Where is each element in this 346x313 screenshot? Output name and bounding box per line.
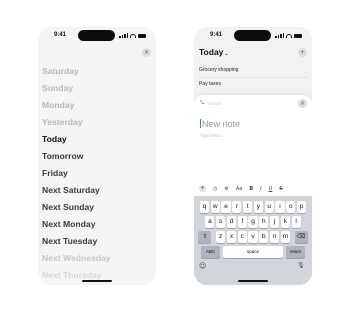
- day-option-next-saturday[interactable]: Next Saturday: [42, 184, 111, 201]
- day-option-monday[interactable]: Monday: [42, 99, 111, 116]
- emoji-icon[interactable]: ☺: [199, 262, 206, 270]
- note-meta: [208, 102, 222, 105]
- key-a[interactable]: a: [205, 216, 215, 228]
- date-selector[interactable]: Today⌄: [199, 47, 229, 57]
- status-icons: [275, 33, 302, 38]
- day-option-sunday[interactable]: Sunday: [42, 82, 111, 99]
- format-toolbar: + ◷ ⚙ Aa B I U S: [194, 183, 312, 194]
- key-m[interactable]: m: [280, 231, 290, 243]
- day-option-next-tuesday[interactable]: Next Tuesday: [42, 235, 111, 252]
- key-t[interactable]: t: [243, 201, 253, 213]
- key-e[interactable]: e: [221, 201, 231, 213]
- key-q[interactable]: q: [199, 201, 210, 213]
- expand-icon[interactable]: ⤡: [200, 100, 204, 106]
- close-button[interactable]: ×: [142, 48, 151, 57]
- key-v[interactable]: v: [248, 231, 258, 243]
- note-title-input[interactable]: New note: [200, 119, 240, 129]
- return-key[interactable]: return: [286, 246, 305, 258]
- home-indicator[interactable]: [238, 280, 268, 282]
- key-w[interactable]: w: [210, 201, 220, 213]
- day-option-friday[interactable]: Friday: [42, 167, 111, 184]
- key-b[interactable]: b: [259, 231, 269, 243]
- key-y[interactable]: y: [253, 201, 263, 213]
- status-time: 9:41: [210, 32, 223, 38]
- font-size-button[interactable]: Aa: [236, 186, 242, 192]
- day-option-next-sunday[interactable]: Next Sunday: [42, 201, 111, 218]
- day-option-tomorrow[interactable]: Tomorrow: [42, 150, 111, 167]
- keyboard-row-4: ABC space return: [194, 246, 312, 258]
- key-d[interactable]: d: [226, 216, 237, 228]
- underline-button[interactable]: U: [269, 186, 273, 192]
- day-option-next-monday[interactable]: Next Monday: [42, 218, 111, 235]
- keyboard: q w e r t y u i o p a s d f g h j k l ⇧ …: [194, 196, 312, 285]
- bold-button[interactable]: B: [249, 186, 253, 192]
- task-item[interactable]: Grocery shopping: [199, 67, 238, 73]
- space-key[interactable]: space: [223, 246, 283, 258]
- day-option-yesterday[interactable]: Yesterday: [42, 116, 111, 133]
- wifi-icon: [286, 34, 292, 38]
- note-body-input[interactable]: Type here...: [200, 133, 224, 138]
- key-o[interactable]: o: [286, 201, 296, 213]
- battery-icon: [138, 34, 146, 38]
- day-list: Saturday Sunday Monday Yesterday Today T…: [42, 65, 111, 285]
- delete-key-icon[interactable]: ⌫: [294, 231, 308, 243]
- key-l[interactable]: l: [291, 216, 301, 228]
- settings-icon[interactable]: ⚙: [224, 186, 228, 192]
- task-item[interactable]: Pay taxes: [199, 81, 221, 87]
- new-note-screen: 9:41 Today⌄ + Grocery shopping Pay taxes…: [194, 27, 312, 285]
- add-button[interactable]: +: [298, 48, 307, 57]
- key-s[interactable]: s: [216, 216, 226, 228]
- battery-icon: [294, 34, 302, 38]
- key-r[interactable]: r: [232, 201, 242, 213]
- clock-icon[interactable]: ◷: [213, 186, 217, 192]
- day-option-saturday[interactable]: Saturday: [42, 65, 111, 82]
- key-f[interactable]: f: [237, 216, 247, 228]
- key-j[interactable]: j: [269, 216, 280, 228]
- keyboard-row-3: ⇧ z x c v b n m ⌫: [194, 231, 312, 243]
- dynamic-island: [78, 30, 115, 41]
- status-icons: [119, 33, 146, 38]
- strikethrough-button[interactable]: S: [279, 186, 282, 192]
- key-p[interactable]: p: [296, 201, 307, 213]
- dynamic-island: [234, 30, 271, 41]
- day-option-next-wednesday[interactable]: Next Wednesday: [42, 252, 111, 269]
- keyboard-row-1: q w e r t y u i o p: [194, 201, 312, 213]
- key-n[interactable]: n: [269, 231, 280, 243]
- key-h[interactable]: h: [259, 216, 269, 228]
- key-k[interactable]: k: [280, 216, 290, 228]
- chevron-down-icon: ⌄: [224, 51, 229, 57]
- cellular-signal-icon: [275, 33, 284, 38]
- close-button[interactable]: ×: [298, 99, 307, 108]
- shift-key-icon[interactable]: ⇧: [198, 231, 212, 243]
- key-i[interactable]: i: [275, 201, 285, 213]
- text-cursor: [200, 119, 201, 128]
- status-bar: 9:41: [38, 27, 156, 43]
- status-time: 9:41: [54, 32, 67, 38]
- keyboard-row-2: a s d f g h j k l: [194, 216, 312, 228]
- day-option-today[interactable]: Today: [42, 133, 111, 150]
- divider: [199, 77, 307, 78]
- cellular-signal-icon: [119, 33, 128, 38]
- home-indicator[interactable]: [82, 280, 112, 282]
- key-c[interactable]: c: [237, 231, 247, 243]
- add-attachment-button[interactable]: +: [199, 185, 206, 192]
- key-z[interactable]: z: [216, 231, 226, 243]
- italic-button[interactable]: I: [260, 186, 261, 192]
- key-u[interactable]: u: [264, 201, 274, 213]
- abc-key[interactable]: ABC: [201, 246, 220, 258]
- key-x[interactable]: x: [226, 231, 237, 243]
- date-picker-screen: 9:41 × Saturday Sunday Monday Yesterday …: [38, 27, 156, 285]
- key-g[interactable]: g: [248, 216, 258, 228]
- day-option-next-thursday[interactable]: Next Thursday: [42, 269, 111, 285]
- page-title: Today: [199, 47, 224, 57]
- status-bar: 9:41: [194, 27, 312, 43]
- wifi-icon: [130, 34, 136, 38]
- microphone-icon[interactable]: 🎙: [297, 262, 305, 269]
